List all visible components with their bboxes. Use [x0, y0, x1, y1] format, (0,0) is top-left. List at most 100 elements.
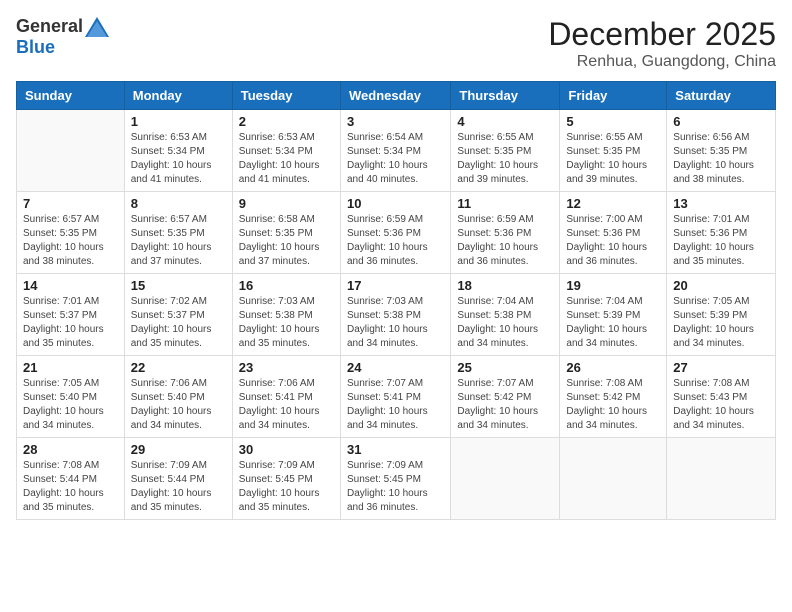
day-info: Sunrise: 6:55 AM Sunset: 5:35 PM Dayligh… — [457, 131, 553, 187]
day-number: 8 — [131, 196, 226, 211]
day-number: 20 — [673, 278, 769, 293]
table-row: 23 Sunrise: 7:06 AM Sunset: 5:41 PM Dayli… — [232, 356, 340, 438]
table-row: 22Sunrise: 7:06 AM Sunset: 5:40 PM Dayli… — [124, 356, 232, 438]
table-row: 24 Sunrise: 7:07 AM Sunset: 5:41 PM Dayli… — [340, 356, 450, 438]
day-info: Sunrise: 6:53 AM Sunset: 5:34 PM Dayligh… — [239, 131, 334, 187]
table-row: 5 Sunrise: 6:55 AM Sunset: 5:35 PM Daylig… — [560, 110, 667, 192]
table-row: 8 Sunrise: 6:57 AM Sunset: 5:35 PM Daylig… — [124, 192, 232, 274]
page-header: General Blue December 2025 Renhua, Guang… — [16, 16, 776, 71]
logo-general: General — [16, 16, 83, 37]
table-row: 6Sunrise: 6:56 AM Sunset: 5:35 PM Daylig… — [667, 110, 776, 192]
day-info: Sunrise: 7:09 AM Sunset: 5:44 PM Dayligh… — [131, 459, 226, 515]
month-title: December 2025 — [548, 16, 776, 53]
day-info: Sunrise: 6:57 AM Sunset: 5:35 PM Dayligh… — [23, 213, 118, 269]
day-info: Sunrise: 6:53 AM Sunset: 5:34 PM Dayligh… — [131, 131, 226, 187]
table-row: 19Sunrise: 7:04 AM Sunset: 5:39 PM Dayli… — [560, 274, 667, 356]
day-number: 31 — [347, 442, 444, 457]
table-row: 17Sunrise: 7:03 AM Sunset: 5:38 PM Dayli… — [340, 274, 450, 356]
table-row: 10 Sunrise: 6:59 AM Sunset: 5:36 PM Dayli… — [340, 192, 450, 274]
day-number: 4 — [457, 114, 553, 129]
day-info: Sunrise: 6:55 AM Sunset: 5:35 PM Dayligh… — [566, 131, 660, 187]
header-saturday: Saturday — [667, 82, 776, 110]
day-info: Sunrise: 7:07 AM Sunset: 5:42 PM Dayligh… — [457, 377, 553, 433]
table-row: 18Sunrise: 7:04 AM Sunset: 5:38 PM Dayli… — [451, 274, 560, 356]
day-info: Sunrise: 6:58 AM Sunset: 5:35 PM Dayligh… — [239, 213, 334, 269]
table-row: 30Sunrise: 7:09 AM Sunset: 5:45 PM Dayli… — [232, 438, 340, 520]
table-row — [667, 438, 776, 520]
day-number: 19 — [566, 278, 660, 293]
table-row: 15 Sunrise: 7:02 AM Sunset: 5:37 PM Dayli… — [124, 274, 232, 356]
table-row: 12 Sunrise: 7:00 AM Sunset: 5:36 PM Dayli… — [560, 192, 667, 274]
table-row: 13 Sunrise: 7:01 AM Sunset: 5:36 PM Dayli… — [667, 192, 776, 274]
table-row — [451, 438, 560, 520]
calendar-table: Sunday Monday Tuesday Wednesday Thursday… — [16, 81, 776, 520]
table-row: 11 Sunrise: 6:59 AM Sunset: 5:36 PM Dayli… — [451, 192, 560, 274]
logo-blue: Blue — [16, 37, 55, 58]
day-info: Sunrise: 7:05 AM Sunset: 5:39 PM Dayligh… — [673, 295, 769, 351]
day-info: Sunrise: 7:09 AM Sunset: 5:45 PM Dayligh… — [347, 459, 444, 515]
table-row: 20 Sunrise: 7:05 AM Sunset: 5:39 PM Dayli… — [667, 274, 776, 356]
day-number: 5 — [566, 114, 660, 129]
day-number: 2 — [239, 114, 334, 129]
day-number: 14 — [23, 278, 118, 293]
day-number: 1 — [131, 114, 226, 129]
table-row: 4 Sunrise: 6:55 AM Sunset: 5:35 PM Daylig… — [451, 110, 560, 192]
table-row: 9 Sunrise: 6:58 AM Sunset: 5:35 PM Daylig… — [232, 192, 340, 274]
day-number: 22 — [131, 360, 226, 375]
table-row: 29Sunrise: 7:09 AM Sunset: 5:44 PM Dayli… — [124, 438, 232, 520]
day-number: 12 — [566, 196, 660, 211]
header-monday: Monday — [124, 82, 232, 110]
table-row — [560, 438, 667, 520]
day-info: Sunrise: 7:01 AM Sunset: 5:36 PM Dayligh… — [673, 213, 769, 269]
header-sunday: Sunday — [17, 82, 125, 110]
day-number: 11 — [457, 196, 553, 211]
header-wednesday: Wednesday — [340, 82, 450, 110]
day-number: 9 — [239, 196, 334, 211]
day-number: 25 — [457, 360, 553, 375]
table-row: 21Sunrise: 7:05 AM Sunset: 5:40 PM Dayli… — [17, 356, 125, 438]
day-info: Sunrise: 7:08 AM Sunset: 5:42 PM Dayligh… — [566, 377, 660, 433]
calendar-week-row: 21Sunrise: 7:05 AM Sunset: 5:40 PM Dayli… — [17, 356, 776, 438]
calendar-week-row: 28 Sunrise: 7:08 AM Sunset: 5:44 PM Dayli… — [17, 438, 776, 520]
day-info: Sunrise: 6:59 AM Sunset: 5:36 PM Dayligh… — [347, 213, 444, 269]
day-info: Sunrise: 7:00 AM Sunset: 5:36 PM Dayligh… — [566, 213, 660, 269]
table-row: 2 Sunrise: 6:53 AM Sunset: 5:34 PM Daylig… — [232, 110, 340, 192]
day-number: 23 — [239, 360, 334, 375]
day-number: 17 — [347, 278, 444, 293]
day-number: 27 — [673, 360, 769, 375]
day-number: 10 — [347, 196, 444, 211]
table-row: 26 Sunrise: 7:08 AM Sunset: 5:42 PM Dayli… — [560, 356, 667, 438]
header-thursday: Thursday — [451, 82, 560, 110]
day-number: 15 — [131, 278, 226, 293]
day-info: Sunrise: 7:02 AM Sunset: 5:37 PM Dayligh… — [131, 295, 226, 351]
day-number: 21 — [23, 360, 118, 375]
day-number: 7 — [23, 196, 118, 211]
day-info: Sunrise: 7:07 AM Sunset: 5:41 PM Dayligh… — [347, 377, 444, 433]
day-number: 26 — [566, 360, 660, 375]
table-row: 1 Sunrise: 6:53 AM Sunset: 5:34 PM Daylig… — [124, 110, 232, 192]
calendar-week-row: 14 Sunrise: 7:01 AM Sunset: 5:37 PM Dayli… — [17, 274, 776, 356]
day-info: Sunrise: 7:04 AM Sunset: 5:38 PM Dayligh… — [457, 295, 553, 351]
calendar-week-row: 7 Sunrise: 6:57 AM Sunset: 5:35 PM Daylig… — [17, 192, 776, 274]
day-info: Sunrise: 7:06 AM Sunset: 5:41 PM Dayligh… — [239, 377, 334, 433]
header-friday: Friday — [560, 82, 667, 110]
day-info: Sunrise: 6:57 AM Sunset: 5:35 PM Dayligh… — [131, 213, 226, 269]
table-row — [17, 110, 125, 192]
logo-icon — [85, 17, 109, 37]
table-row: 16Sunrise: 7:03 AM Sunset: 5:38 PM Dayli… — [232, 274, 340, 356]
day-info: Sunrise: 7:01 AM Sunset: 5:37 PM Dayligh… — [23, 295, 118, 351]
day-info: Sunrise: 7:08 AM Sunset: 5:44 PM Dayligh… — [23, 459, 118, 515]
table-row: 28 Sunrise: 7:08 AM Sunset: 5:44 PM Dayli… — [17, 438, 125, 520]
table-row: 3Sunrise: 6:54 AM Sunset: 5:34 PM Daylig… — [340, 110, 450, 192]
day-number: 30 — [239, 442, 334, 457]
day-number: 28 — [23, 442, 118, 457]
table-row: 14 Sunrise: 7:01 AM Sunset: 5:37 PM Dayli… — [17, 274, 125, 356]
calendar-header-row: Sunday Monday Tuesday Wednesday Thursday… — [17, 82, 776, 110]
day-number: 16 — [239, 278, 334, 293]
day-number: 24 — [347, 360, 444, 375]
day-number: 6 — [673, 114, 769, 129]
day-info: Sunrise: 6:54 AM Sunset: 5:34 PM Dayligh… — [347, 131, 444, 187]
day-info: Sunrise: 6:59 AM Sunset: 5:36 PM Dayligh… — [457, 213, 553, 269]
table-row: 31 Sunrise: 7:09 AM Sunset: 5:45 PM Dayli… — [340, 438, 450, 520]
day-number: 13 — [673, 196, 769, 211]
